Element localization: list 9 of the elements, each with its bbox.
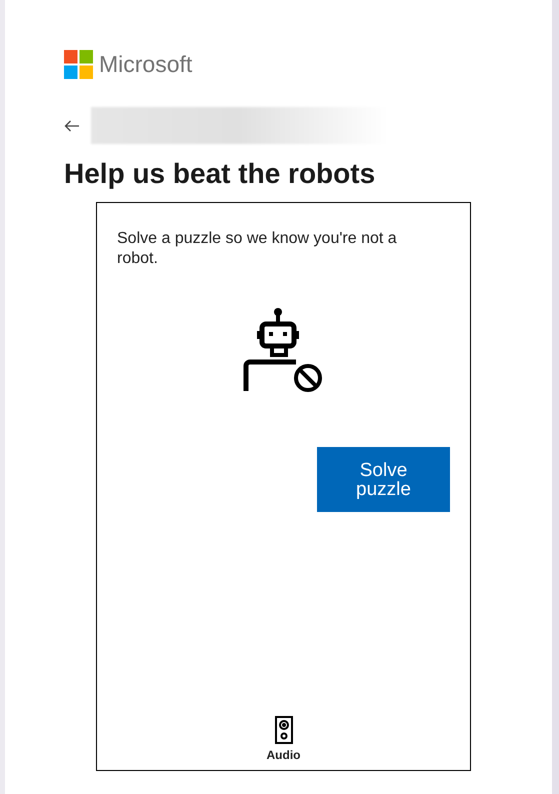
robot-blocked-icon xyxy=(242,307,324,393)
speaker-icon xyxy=(274,716,294,744)
puzzle-prompt: Solve a puzzle so we know you're not a robot. xyxy=(117,229,398,269)
page-heading: Help us beat the robots xyxy=(64,157,376,191)
logo-icon xyxy=(64,50,93,79)
back-arrow-icon xyxy=(64,120,80,132)
brand-name: Microsoft xyxy=(99,53,192,76)
solve-puzzle-button[interactable]: Solve puzzle xyxy=(317,447,450,512)
audio-button[interactable]: Audio xyxy=(266,716,300,764)
